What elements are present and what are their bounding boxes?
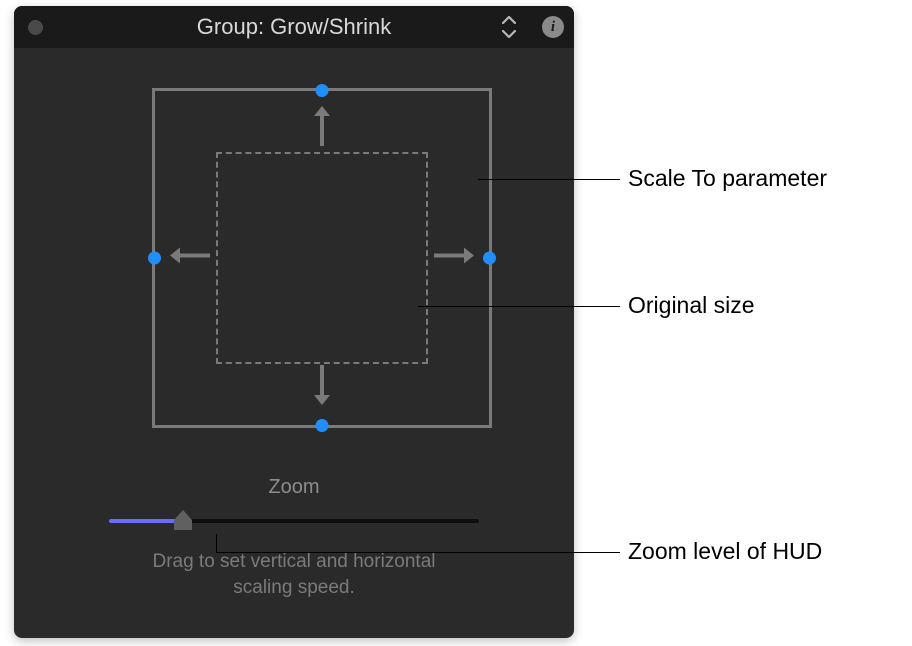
zoom-hint: Drag to set vertical and horizontal scal… [14, 549, 574, 600]
zoom-area: Zoom Drag to set vertical and horizontal… [14, 476, 574, 600]
scale-handle-top[interactable] [316, 84, 329, 97]
hud-title: Group: Grow/Shrink [14, 14, 574, 40]
arrow-right-icon [432, 246, 478, 271]
close-icon[interactable] [28, 20, 43, 35]
stepper-icon[interactable] [500, 16, 518, 38]
arrow-up-icon [312, 102, 332, 153]
scale-handle-right[interactable] [483, 252, 496, 265]
hud-panel: Group: Grow/Shrink i Zoom [14, 6, 574, 638]
callout-line [418, 306, 620, 307]
callout-line [216, 552, 620, 553]
zoom-label: Zoom [14, 476, 574, 499]
callout-line [478, 179, 620, 180]
scale-preview[interactable] [152, 88, 492, 428]
callout-zoom-level: Zoom level of HUD [628, 538, 822, 565]
callout-line [216, 534, 217, 552]
arrow-left-icon [166, 246, 212, 271]
arrow-down-icon [312, 363, 332, 414]
callout-scale-to: Scale To parameter [628, 165, 827, 192]
original-size-rect [216, 152, 428, 364]
hud-header: Group: Grow/Shrink i [14, 6, 574, 48]
info-icon[interactable]: i [542, 16, 564, 38]
scale-handle-left[interactable] [148, 252, 161, 265]
callout-original-size: Original size [628, 292, 755, 319]
zoom-slider[interactable] [109, 511, 479, 529]
scale-handle-bottom[interactable] [316, 419, 329, 432]
